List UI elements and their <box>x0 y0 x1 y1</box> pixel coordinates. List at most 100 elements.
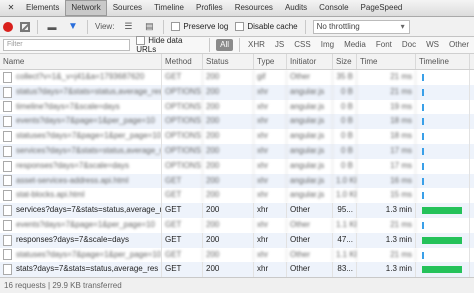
column-header-size[interactable]: Size <box>333 54 357 69</box>
table-row[interactable]: events?days=7&page=1&per_page=10 OPTIONS 2… <box>0 114 474 130</box>
preserve-log-checkbox[interactable]: Preserve log <box>171 21 229 32</box>
table-row[interactable]: statuses?days=7&page=1&per_page=10 GET 200… <box>0 247 474 263</box>
request-method-cell: OPTIONS <box>162 158 203 174</box>
table-row[interactable]: services?days=7&stats=status,average_res… <box>0 143 474 159</box>
tab-timeline[interactable]: Timeline <box>148 0 190 16</box>
toolbar-divider <box>304 19 306 34</box>
table-row[interactable]: stats?days=7&stats=status,average_res GET… <box>0 262 474 277</box>
timeline-waterfall-tick <box>422 221 424 229</box>
type-filter-all[interactable]: All <box>216 39 234 51</box>
request-status-cell: 200 <box>203 158 254 174</box>
file-icon <box>3 264 12 276</box>
request-name: collect?v=1&_v=j41&a=1793687620 <box>16 72 145 81</box>
tab-audits[interactable]: Audits <box>279 0 313 16</box>
type-filter-ws[interactable]: WS <box>424 39 441 51</box>
request-time-cell: 1.3 min <box>357 262 416 277</box>
tab-profiles[interactable]: Profiles <box>190 0 229 16</box>
timeline-waterfall-tick <box>422 74 424 81</box>
column-header-name[interactable]: Name <box>0 54 162 69</box>
request-size-cell: 0 B <box>333 99 357 115</box>
close-devtools-icon[interactable]: ✕ <box>2 0 20 16</box>
request-size-cell: 0 B <box>333 158 357 174</box>
request-method-cell: OPTIONS <box>162 143 203 159</box>
table-row[interactable]: responses?days=7&scale=days OPTIONS 200 xhr… <box>0 158 474 174</box>
request-type-cell: xhr <box>254 173 287 189</box>
file-icon <box>3 160 12 172</box>
column-header-method[interactable]: Method <box>162 54 203 69</box>
request-type-cell: xhr <box>254 188 287 204</box>
throttling-select[interactable]: No throttling <box>312 19 410 34</box>
request-timeline-cell <box>416 173 470 189</box>
request-time-cell: 21 ms <box>357 217 416 233</box>
request-timeline-cell <box>416 262 470 277</box>
video-capture-icon[interactable]: ▬ <box>45 21 59 33</box>
request-time-cell: 16 ms <box>357 173 416 189</box>
request-initiator-cell: angular.js <box>287 99 333 115</box>
column-header-initiator[interactable]: Initiator <box>287 54 333 69</box>
request-name-cell: responses?days=7&scale=days <box>0 232 162 248</box>
request-name-cell: timeline?days=7&scale=days <box>0 99 162 115</box>
timeline-waterfall-tick <box>422 251 424 259</box>
request-time-cell: 18 ms <box>357 114 416 130</box>
column-header-status[interactable]: Status <box>203 54 254 69</box>
request-size-cell: 35 B <box>333 70 357 85</box>
large-rows-icon[interactable]: ☰ <box>121 21 135 33</box>
disable-cache-checkbox[interactable]: Disable cache <box>235 22 298 32</box>
table-row[interactable]: asset-services-address.api.html GET 200 xhr… <box>0 173 474 189</box>
tab-resources[interactable]: Resources <box>229 0 279 16</box>
table-row[interactable]: collect?v=1&_v=j41&a=1793687620 GET 200 gif… <box>0 70 474 85</box>
tab-elements[interactable]: Elements <box>20 0 65 16</box>
request-name: stat-blocks.api.html <box>16 190 85 200</box>
tab-sources[interactable]: Sources <box>107 0 148 16</box>
checkbox-icon <box>171 22 181 32</box>
type-filter-js[interactable]: JS <box>273 39 286 51</box>
hide-data-urls-checkbox[interactable]: Hide data URLs <box>136 36 203 54</box>
request-status-cell: 200 <box>203 129 254 144</box>
column-header-type[interactable]: Type <box>254 54 287 69</box>
preserve-log-label: Preserve log <box>183 21 229 31</box>
table-row[interactable]: stat-blocks.api.html GET 200 xhr angular.js 1… <box>0 188 474 204</box>
request-table-header: Name Method Status Type Initiator Size T… <box>0 54 474 70</box>
request-method-cell: OPTIONS <box>162 99 203 115</box>
type-filter-xhr[interactable]: XHR <box>246 39 267 51</box>
tab-console[interactable]: Console <box>313 0 354 16</box>
filter-input[interactable]: Filter <box>3 39 131 51</box>
type-filter-other[interactable]: Other <box>447 39 471 51</box>
request-timeline-cell <box>416 217 470 233</box>
request-method-cell: GET <box>162 262 203 277</box>
timeline-waterfall-tick <box>422 162 424 170</box>
request-type-cell: xhr <box>254 114 287 130</box>
tab-pagespeed[interactable]: PageSpeed <box>355 0 409 16</box>
filter-icon[interactable]: ▼ <box>66 21 80 33</box>
column-header-timeline[interactable]: Timeline <box>416 54 470 69</box>
request-type-cell: gif <box>254 70 287 85</box>
request-timeline-cell <box>416 84 470 100</box>
timeline-waterfall-tick <box>422 103 424 111</box>
type-filter-media[interactable]: Media <box>342 39 368 51</box>
request-timeline-cell <box>416 232 470 248</box>
tab-network[interactable]: Network <box>65 0 107 16</box>
table-row[interactable]: timeline?days=7&scale=days OPTIONS 200 xhr a… <box>0 99 474 115</box>
table-row[interactable]: responses?days=7&scale=days GET 200 xhr Othe… <box>0 232 474 248</box>
request-method-cell: OPTIONS <box>162 84 203 100</box>
type-filter-font[interactable]: Font <box>374 39 394 51</box>
record-icon[interactable] <box>3 21 13 32</box>
view-label: View: <box>95 22 115 31</box>
request-status-cell: 200 <box>203 247 254 263</box>
table-row[interactable]: statuses?days=7&page=1&per_page=10 OPTION… <box>0 129 474 144</box>
type-filter-img[interactable]: Img <box>319 39 336 51</box>
clear-icon[interactable] <box>20 21 30 32</box>
request-status-cell: 200 <box>203 114 254 130</box>
table-row[interactable]: events?days=7&page=1&per_page=10 GET 200 xh… <box>0 217 474 233</box>
type-filter-doc[interactable]: Doc <box>400 39 418 51</box>
type-filter-css[interactable]: CSS <box>292 39 312 51</box>
request-status-cell: 200 <box>203 262 254 277</box>
request-name: services?days=7&stats=status,average_res <box>16 205 162 215</box>
overview-icon[interactable]: ▤ <box>142 21 156 33</box>
request-name: events?days=7&page=1&per_page=10 <box>16 116 156 126</box>
column-header-time[interactable]: Time <box>357 54 416 69</box>
file-icon <box>3 175 12 187</box>
table-row[interactable]: status?days=7&stats=status,average_res OP… <box>0 84 474 100</box>
table-row[interactable]: services?days=7&stats=status,average_res… <box>0 203 474 218</box>
request-method-cell: GET <box>162 217 203 233</box>
